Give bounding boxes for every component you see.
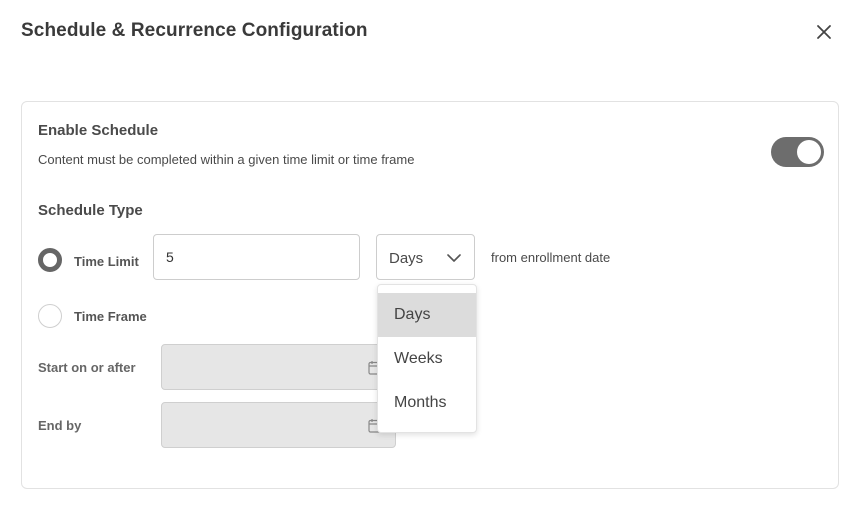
dropdown-option-weeks[interactable]: Weeks [378,337,476,381]
enrollment-suffix: from enrollment date [491,250,611,265]
toggle-knob [797,140,821,164]
time-frame-radio[interactable] [38,304,62,328]
enable-schedule-toggle[interactable] [771,137,824,167]
time-unit-select[interactable]: Days [376,234,475,280]
start-date-input[interactable] [161,344,396,390]
time-limit-input[interactable] [153,234,360,280]
time-frame-label: Time Frame [74,309,147,324]
time-limit-radio[interactable] [38,248,62,272]
dialog-title: Schedule & Recurrence Configuration [21,20,368,41]
end-date-input[interactable] [161,402,396,448]
enable-schedule-description: Content must be completed within a given… [38,152,415,167]
end-date-label: End by [38,418,82,433]
time-unit-value: Days [389,250,424,267]
schedule-type-heading: Schedule Type [38,202,143,219]
start-date-label: Start on or after [38,360,136,375]
close-button[interactable] [812,20,836,44]
dropdown-option-days[interactable]: Days [378,293,476,337]
time-unit-dropdown: Days Weeks Months [377,284,477,433]
dropdown-option-months[interactable]: Months [378,381,476,425]
close-icon [817,25,831,39]
time-limit-label: Time Limit [74,254,139,269]
chevron-down-icon [447,254,461,262]
enable-schedule-heading: Enable Schedule [38,122,159,139]
